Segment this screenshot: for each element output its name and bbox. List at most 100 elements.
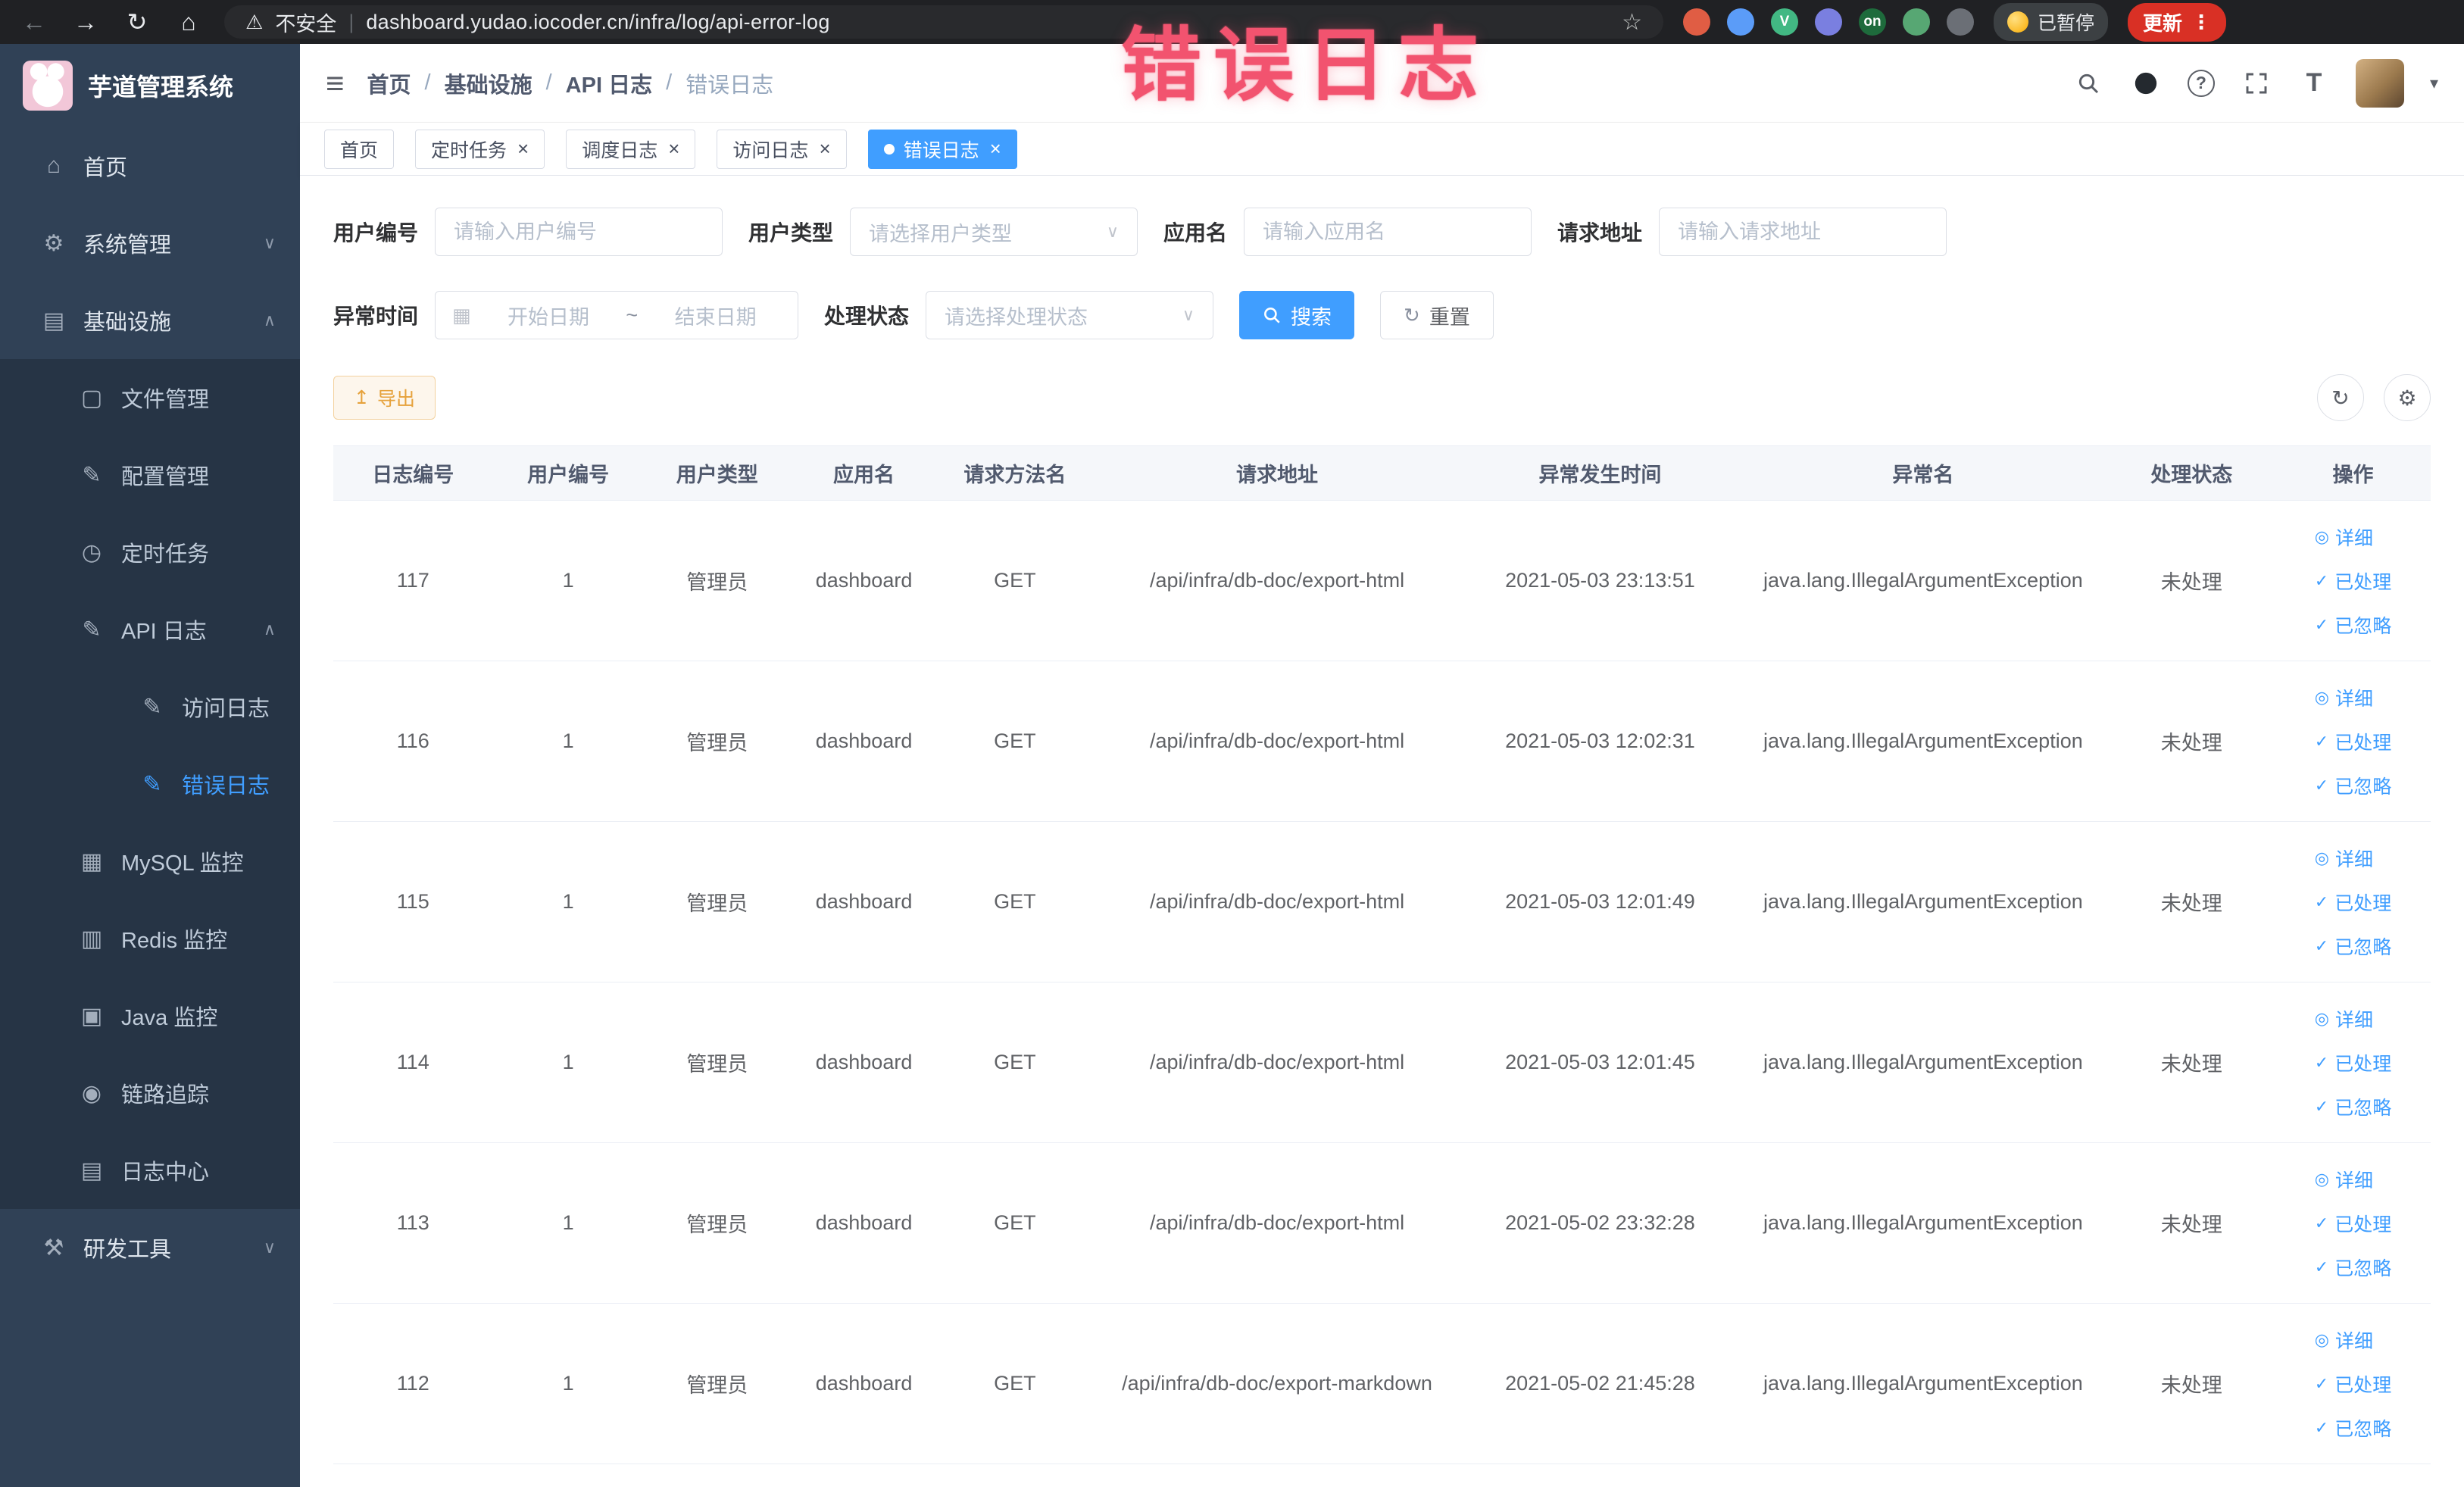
request-url-input[interactable] <box>1659 208 1947 256</box>
chevron-down-icon: ∨ <box>1106 222 1120 241</box>
tab-label: 调度日志 <box>582 139 658 161</box>
chevron-down-icon: ∨ <box>263 1238 276 1257</box>
github-icon[interactable] <box>2130 67 2162 99</box>
app-name-input[interactable] <box>1244 208 1532 256</box>
sidebar-item[interactable]: ▥ Redis 监控 <box>0 900 300 977</box>
row-actions: ◎ 详细 ✓ 已处理 ✓ 已忽略 <box>2315 677 2391 806</box>
close-icon[interactable]: × <box>668 137 679 161</box>
sidebar-item[interactable]: ⌂ 首页 <box>0 127 300 205</box>
sidebar-item[interactable]: ⚒ 研发工具 ∨ <box>0 1209 300 1286</box>
exception-time-daterange[interactable]: ▦ 开始日期 ~ 结束日期 <box>435 291 799 339</box>
sidebar-item[interactable]: ▢ 文件管理 <box>0 359 300 436</box>
sidebar-item[interactable]: ◉ 链路追踪 <box>0 1054 300 1132</box>
refresh-button[interactable]: ↻ <box>2317 374 2364 421</box>
tab-item[interactable]: 访问日志 × <box>717 129 847 169</box>
ignored-link[interactable]: ✓ 已忽略 <box>2315 926 2391 967</box>
processed-link[interactable]: ✓ 已处理 <box>2315 721 2391 762</box>
action-label: 已忽略 <box>2334 776 2392 798</box>
action-label: 已处理 <box>2334 1053 2392 1075</box>
forward-icon[interactable]: → <box>70 8 101 36</box>
extension-on-icon[interactable]: on <box>1859 8 1886 36</box>
ignored-link[interactable]: ✓ 已忽略 <box>2315 1086 2391 1127</box>
extension-blue-icon[interactable] <box>1727 8 1754 36</box>
sidebar-item[interactable]: ⚙ 系统管理 ∨ <box>0 205 300 282</box>
tab-item[interactable]: 错误日志 × <box>867 129 1017 169</box>
tab-item[interactable]: 调度日志 × <box>566 129 696 169</box>
browser-update-button[interactable]: 更新 ⋮ <box>2128 2 2227 42</box>
ignored-link[interactable]: ✓ 已忽略 <box>2315 1407 2391 1448</box>
breadcrumb-item[interactable]: 首页 <box>367 67 411 99</box>
menu-dots-icon[interactable]: ⋮ <box>2191 11 2211 34</box>
column-header-actions: 操作 <box>2275 445 2431 501</box>
processed-link[interactable]: ✓ 已处理 <box>2315 561 2391 601</box>
cell-id: 115 <box>333 821 493 982</box>
check-icon: ✓ <box>2314 1257 2329 1276</box>
sidebar-item[interactable]: ▤ 日志中心 <box>0 1132 300 1209</box>
sidebar-item[interactable]: ▦ MySQL 监控 <box>0 823 300 900</box>
not-secure-warning-icon: ⚠ <box>245 10 264 33</box>
font-size-icon[interactable]: T <box>2298 67 2330 99</box>
process-status-select[interactable]: 请选择处理状态 ∨ <box>926 291 1214 339</box>
search-icon[interactable] <box>2072 67 2104 99</box>
search-button[interactable]: 搜索 <box>1239 291 1355 339</box>
sidebar-item[interactable]: ✎ API 日志 ∧ <box>0 591 300 668</box>
caret-down-icon[interactable]: ▾ <box>2430 73 2438 93</box>
export-button[interactable]: ↥ 导出 <box>333 376 436 420</box>
processed-link[interactable]: ✓ 已处理 <box>2315 1364 2391 1404</box>
cell-exception: java.lang.IllegalArgumentException <box>1738 1303 2108 1464</box>
filter-exception-time: 异常时间 ▦ 开始日期 ~ 结束日期 <box>333 291 799 339</box>
column-settings-button[interactable]: ⚙ <box>2384 374 2431 421</box>
close-icon[interactable]: × <box>819 137 830 161</box>
help-icon[interactable]: ? <box>2187 69 2215 97</box>
tab-item[interactable]: 定时任务 × <box>415 129 545 169</box>
extension-grid-icon[interactable] <box>1815 8 1842 36</box>
ignored-link[interactable]: ✓ 已忽略 <box>2315 765 2391 806</box>
close-icon[interactable]: × <box>990 137 1001 161</box>
user-type-select[interactable]: 请选择用户类型 ∨ <box>850 208 1138 256</box>
sidebar-item-label: 日志中心 <box>121 1161 210 1185</box>
detail-link[interactable]: ◎ 详细 <box>2315 1159 2373 1200</box>
reload-icon[interactable]: ↻ <box>121 8 153 36</box>
extension-leaf-icon[interactable] <box>1903 8 1930 36</box>
detail-link[interactable]: ◎ 详细 <box>2315 998 2373 1039</box>
fullscreen-icon[interactable] <box>2241 67 2272 99</box>
extension-red-icon[interactable] <box>1683 8 1710 36</box>
app-logo[interactable]: 芋道管理系统 <box>0 44 300 127</box>
action-label: 详细 <box>2335 1330 2374 1352</box>
filter-label: 用户编号 <box>333 221 419 245</box>
sidebar-item[interactable]: ▤ 基础设施 ∧ <box>0 282 300 359</box>
check-icon: ✓ <box>2314 775 2329 795</box>
reset-button[interactable]: ↻ 重置 <box>1380 291 1494 339</box>
processed-link[interactable]: ✓ 已处理 <box>2315 882 2391 923</box>
close-icon[interactable]: × <box>517 137 529 161</box>
bookmark-star-icon[interactable]: ☆ <box>1622 9 1642 36</box>
sidebar-item[interactable]: ✎ 错误日志 <box>0 745 300 823</box>
app-window: 芋道管理系统 ⌂ 首页 ⚙ 系统管理 ∨ ▤ 基础设施 ∧ ▢ 文件管理 ✎ 配置管理 ◷ 定时任务 ✎ AP… <box>0 44 2464 1487</box>
paused-badge[interactable]: 已暂停 <box>1994 3 2109 41</box>
address-bar[interactable]: ⚠ 不安全 | dashboard.yudao.iocoder.cn/infra… <box>224 5 1663 39</box>
user-id-input[interactable] <box>435 208 723 256</box>
extension-puzzle-icon[interactable] <box>1947 8 1974 36</box>
sidebar-item[interactable]: ✎ 配置管理 <box>0 436 300 514</box>
row-actions: ◎ 详细 ✓ 已处理 ✓ 已忽略 <box>2315 1320 2391 1448</box>
sidebar-item[interactable]: ✎ 访问日志 <box>0 668 300 745</box>
sidebar-item[interactable]: ▣ Java 监控 <box>0 977 300 1054</box>
ignored-link[interactable]: ✓ 已忽略 <box>2315 1247 2391 1288</box>
user-avatar[interactable] <box>2355 58 2404 108</box>
processed-link[interactable]: ✓ 已处理 <box>2315 1203 2391 1244</box>
breadcrumb-item[interactable]: API 日志 <box>566 67 652 99</box>
detail-link[interactable]: ◎ 详细 <box>2315 677 2373 718</box>
back-icon[interactable]: ← <box>18 8 50 36</box>
hamburger-icon[interactable]: ≡ <box>326 65 345 102</box>
detail-link[interactable]: ◎ 详细 <box>2315 517 2373 558</box>
breadcrumb-item[interactable]: 基础设施 <box>445 67 532 99</box>
processed-link[interactable]: ✓ 已处理 <box>2315 1042 2391 1083</box>
detail-link[interactable]: ◎ 详细 <box>2315 1320 2373 1360</box>
sidebar-item-label: 定时任务 <box>121 542 210 567</box>
tab-item[interactable]: 首页 <box>324 129 395 169</box>
ignored-link[interactable]: ✓ 已忽略 <box>2315 604 2391 645</box>
home-nav-icon[interactable]: ⌂ <box>173 8 205 36</box>
detail-link[interactable]: ◎ 详细 <box>2315 838 2373 879</box>
vue-devtools-icon[interactable]: V <box>1771 8 1798 36</box>
sidebar-item[interactable]: ◷ 定时任务 <box>0 514 300 591</box>
